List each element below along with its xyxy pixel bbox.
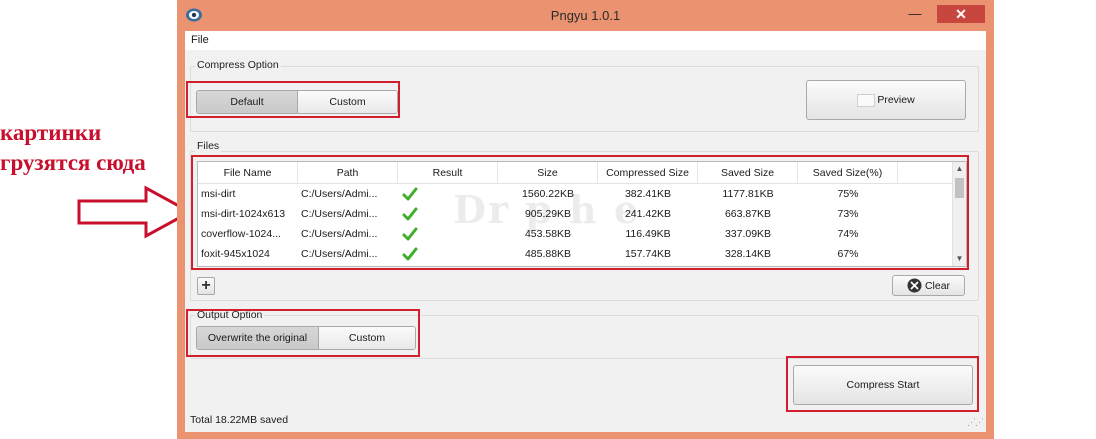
table-row[interactable]: foxit-945x1024 C:/Users/Admi... 485.88KB… bbox=[198, 244, 953, 264]
cell-result bbox=[398, 244, 498, 264]
cell-size: 485.88KB bbox=[524, 248, 572, 260]
menu-bar: File bbox=[185, 31, 986, 50]
overwrite-original-button[interactable]: Overwrite the original bbox=[197, 327, 318, 349]
annotation-line-1: картинки bbox=[0, 120, 102, 145]
cell-path: C:/Users/Admi... bbox=[301, 228, 378, 240]
add-file-button[interactable]: + bbox=[197, 277, 215, 295]
cell-file-name: msi-dirt bbox=[201, 188, 236, 200]
check-icon bbox=[402, 207, 418, 221]
column-saved-size[interactable]: Saved Size bbox=[698, 162, 798, 184]
resize-grip-icon[interactable]: ⋰⋰ bbox=[967, 417, 984, 428]
column-path[interactable]: Path bbox=[298, 162, 398, 184]
cell-saved-size: 663.87KB bbox=[724, 208, 772, 220]
cell-file-name: foxit-945x1024 bbox=[201, 248, 270, 260]
output-option-toggle: Overwrite the original Custom bbox=[196, 326, 416, 350]
title-bar[interactable]: Pngyu 1.0.1 — ✕ bbox=[177, 0, 994, 31]
cell-path: C:/Users/Admi... bbox=[301, 188, 378, 200]
cell-saved-size: 1177.81KB bbox=[722, 188, 774, 200]
column-saved-size-pct[interactable]: Saved Size(%) bbox=[798, 162, 898, 184]
compress-option-label: Compress Option bbox=[195, 59, 281, 71]
close-icon[interactable]: ✕ bbox=[937, 5, 985, 23]
preview-button[interactable]: Preview bbox=[806, 80, 966, 120]
check-icon bbox=[402, 187, 418, 201]
compress-default-button[interactable]: Default bbox=[197, 91, 297, 113]
cell-saved-pct: 74% bbox=[837, 228, 859, 240]
minimize-icon[interactable]: — bbox=[902, 5, 928, 23]
watermark: Dr p h e bbox=[453, 187, 641, 232]
image-preview-icon bbox=[857, 93, 876, 107]
column-compressed-size[interactable]: Compressed Size bbox=[598, 162, 698, 184]
files-label: Files bbox=[195, 140, 222, 152]
scroll-thumb[interactable] bbox=[955, 178, 964, 198]
check-icon bbox=[402, 227, 418, 241]
cell-compressed-size: 157.74KB bbox=[624, 248, 672, 260]
cell-saved-pct: 67% bbox=[837, 248, 859, 260]
annotation-line-2: грузятся сюда bbox=[0, 150, 146, 175]
cell-file-name: msi-dirt-1024x613 bbox=[201, 208, 286, 220]
compress-option-toggle: Default Custom bbox=[196, 90, 398, 114]
cell-file-name: coverflow-1024... bbox=[201, 228, 281, 240]
cell-saved-size: 328.14KB bbox=[724, 248, 772, 260]
table-header: File Name Path Result Size Compressed Si… bbox=[198, 162, 953, 184]
cell-saved-pct: 73% bbox=[837, 208, 859, 220]
column-file-name[interactable]: File Name bbox=[198, 162, 298, 184]
output-option-label: Output Option bbox=[195, 309, 265, 321]
cell-path: C:/Users/Admi... bbox=[301, 208, 378, 220]
window-client: File Compress Option Default Custom Prev… bbox=[185, 31, 986, 432]
cell-saved-pct: 75% bbox=[837, 188, 859, 200]
scroll-up-icon[interactable]: ▲ bbox=[953, 162, 966, 176]
cell-saved-size: 337.09KB bbox=[724, 228, 772, 240]
column-result[interactable]: Result bbox=[398, 162, 498, 184]
window-title: Pngyu 1.0.1 bbox=[550, 8, 621, 23]
column-size[interactable]: Size bbox=[498, 162, 598, 184]
vertical-scrollbar[interactable]: ▲ ▼ bbox=[952, 162, 966, 266]
status-text: Total 18.22MB saved bbox=[190, 414, 289, 426]
cell-path: C:/Users/Admi... bbox=[301, 248, 378, 260]
scroll-down-icon[interactable]: ▼ bbox=[953, 252, 966, 266]
preview-label: Preview bbox=[877, 94, 915, 106]
compress-start-button[interactable]: Compress Start bbox=[793, 365, 973, 405]
clear-button[interactable]: Clear bbox=[892, 275, 965, 296]
clear-label: Clear bbox=[924, 279, 951, 292]
clear-x-icon bbox=[907, 278, 922, 293]
output-custom-button[interactable]: Custom bbox=[318, 327, 415, 349]
files-table[interactable]: File Name Path Result Size Compressed Si… bbox=[197, 161, 967, 267]
menu-file[interactable]: File bbox=[191, 34, 209, 46]
app-window: Pngyu 1.0.1 — ✕ File Compress Option Def… bbox=[177, 0, 994, 439]
check-icon bbox=[402, 247, 418, 261]
compress-custom-button[interactable]: Custom bbox=[297, 91, 397, 113]
